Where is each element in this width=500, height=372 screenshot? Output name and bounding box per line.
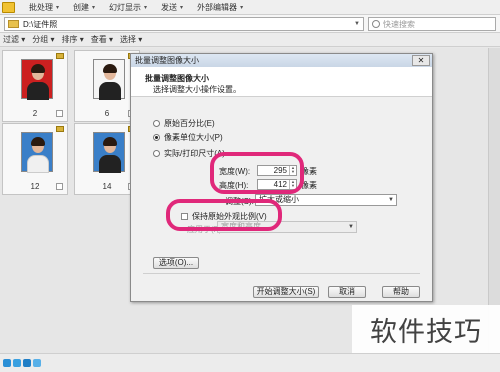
status-icon-2[interactable]	[13, 359, 21, 367]
highlight-ring-keep-aspect	[166, 199, 282, 231]
thumbnail-label: 2	[32, 109, 38, 118]
chevron-down-icon: ▾	[56, 4, 60, 11]
options-button[interactable]: 选项(O)...	[153, 257, 199, 269]
menu-create-label: 创建	[73, 2, 90, 12]
menu-send[interactable]: 发送 ▾	[161, 2, 183, 13]
group-label: 分组	[32, 35, 49, 44]
image-badge-icon	[56, 126, 64, 132]
photo-preview	[21, 59, 53, 100]
image-badge-icon	[56, 53, 64, 59]
filter-toolbar: 过滤 ▾ 分组 ▾ 排序 ▾ 查看 ▾ 选择 ▾	[0, 33, 500, 47]
menu-bar: 批处理 ▾ 创建 ▾ 幻灯显示 ▾ 发送 ▾ 外部编辑器 ▾	[0, 0, 500, 15]
dialog-header-subtitle: 选择调整大小操作设置。	[153, 85, 241, 94]
search-input[interactable]: 快速搜索	[368, 17, 496, 31]
path-input[interactable]: D:\证件照 ▼	[4, 17, 364, 31]
menu-external-editor-label: 外部编辑器	[197, 2, 238, 12]
filter-label: 过滤	[3, 35, 19, 44]
chevron-down-icon[interactable]: ▼	[352, 19, 362, 29]
chevron-down-icon: ▾	[240, 4, 244, 11]
option-percent[interactable]: 原始百分比(E)	[153, 118, 215, 129]
chevron-down-icon: ▾	[92, 4, 96, 11]
status-icon-1[interactable]	[3, 359, 11, 367]
start-resize-button[interactable]: 开始调整大小(S)	[253, 286, 319, 298]
search-placeholder: 快速搜索	[383, 19, 415, 29]
chevron-down-icon: ▾	[79, 35, 84, 44]
chevron-down-icon: ▾	[50, 35, 55, 44]
chevron-down-icon: ▾	[108, 35, 113, 44]
dialog-header: 批量调整图像大小 选择调整大小操作设置。	[131, 67, 432, 97]
select-label: 选择	[120, 35, 136, 44]
menu-slideshow[interactable]: 幻灯显示 ▾	[109, 2, 147, 13]
close-icon: ✕	[417, 56, 425, 65]
watermark-text: 软件技巧	[352, 305, 500, 353]
help-button[interactable]: 帮助	[382, 286, 420, 298]
radio-print-size[interactable]	[153, 150, 160, 157]
path-text: D:\证件照	[23, 19, 58, 29]
portrait-body	[27, 82, 49, 100]
app-icon	[2, 1, 15, 13]
sort-menu[interactable]: 排序 ▾	[62, 34, 84, 45]
thumbnail-label: 12	[30, 182, 40, 191]
photo-preview	[21, 132, 53, 173]
menu-slideshow-label: 幻灯显示	[109, 2, 142, 12]
chevron-down-icon: ▼	[348, 224, 354, 230]
radio-percent[interactable]	[153, 120, 160, 127]
sort-label: 排序	[61, 35, 78, 44]
status-icon-4[interactable]	[33, 359, 41, 367]
dialog-header-title: 批量调整图像大小	[145, 74, 209, 83]
photo-preview	[93, 59, 125, 100]
menu-external-editor[interactable]: 外部编辑器 ▾	[197, 2, 243, 13]
dialog-titlebar[interactable]: 批量调整图像大小 ✕	[131, 54, 432, 67]
chevron-down-icon: ▾	[138, 35, 143, 44]
chevron-down-icon: ▾	[21, 35, 26, 44]
view-menu[interactable]: 查看 ▾	[91, 34, 113, 45]
menu-batch-label: 批处理	[29, 2, 53, 12]
group-menu[interactable]: 分组 ▾	[32, 34, 54, 45]
menu-create[interactable]: 创建 ▾	[73, 2, 95, 13]
chevron-down-icon: ▾	[180, 4, 184, 11]
select-menu[interactable]: 选择 ▾	[120, 34, 142, 45]
photo-preview	[93, 132, 125, 173]
option-percent-label: 原始百分比(E)	[164, 119, 215, 128]
folder-icon	[8, 20, 19, 28]
dialog-divider	[143, 273, 420, 274]
chevron-down-icon: ▼	[388, 197, 394, 203]
portrait-body	[99, 82, 121, 100]
dialog-title: 批量调整图像大小	[135, 56, 199, 65]
status-bar	[0, 353, 500, 372]
filter-menu[interactable]: 过滤 ▾	[3, 34, 25, 45]
address-bar: D:\证件照 ▼ 快速搜索	[0, 15, 500, 33]
cancel-button[interactable]: 取消	[328, 286, 366, 298]
menu-batch[interactable]: 批处理 ▾	[29, 2, 59, 13]
portrait-hair	[31, 64, 45, 73]
portrait-body	[27, 155, 49, 173]
radio-pixels[interactable]	[153, 134, 160, 141]
option-pixels-label: 像素单位大小(P)	[164, 133, 223, 142]
portrait-body	[99, 155, 121, 173]
chevron-down-icon: ▾	[144, 4, 148, 11]
menu-send-label: 发送	[161, 2, 178, 12]
portrait-hair	[103, 137, 117, 146]
portrait-hair	[103, 64, 117, 73]
portrait-hair	[31, 137, 45, 146]
search-icon	[372, 20, 380, 28]
close-button[interactable]: ✕	[412, 55, 430, 66]
view-label: 查看	[90, 35, 107, 44]
highlight-ring-size-fields	[210, 152, 304, 194]
status-icon-3[interactable]	[23, 359, 31, 367]
option-pixels[interactable]: 像素单位大小(P)	[153, 132, 223, 143]
